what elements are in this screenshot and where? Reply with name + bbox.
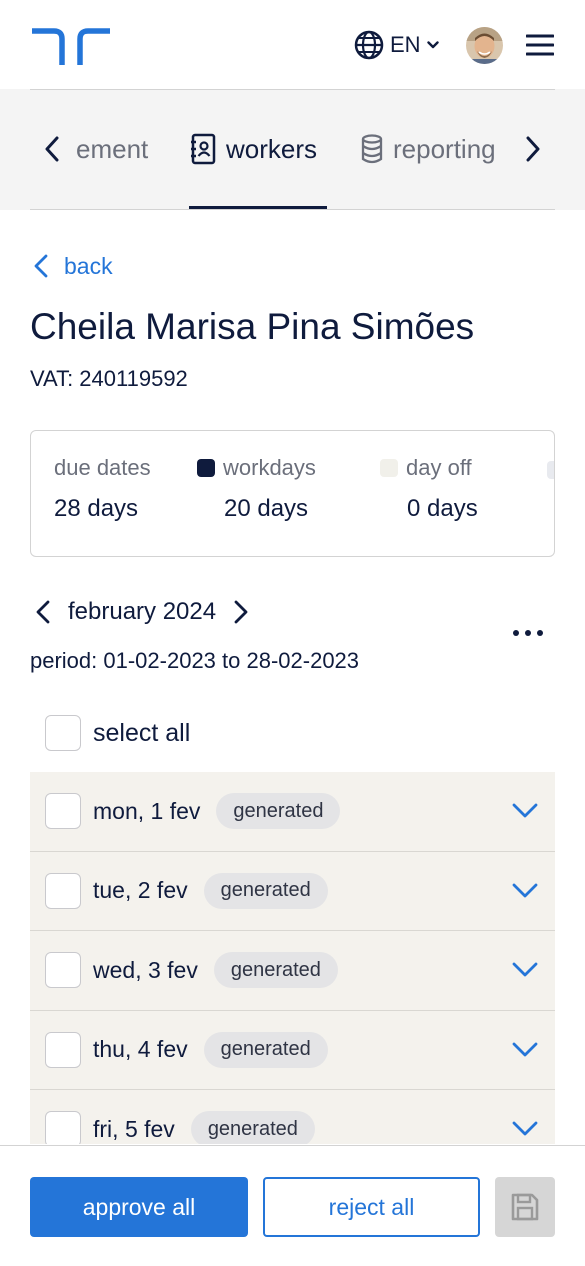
action-footer: approve all reject all bbox=[0, 1145, 585, 1266]
avatar[interactable] bbox=[466, 27, 503, 64]
expand-chevron-icon[interactable] bbox=[512, 961, 538, 979]
select-all-checkbox[interactable] bbox=[45, 715, 81, 751]
reject-all-button[interactable]: reject all bbox=[263, 1177, 480, 1237]
more-options-icon[interactable] bbox=[512, 628, 544, 638]
status-badge: generated bbox=[213, 952, 338, 989]
brand-logo[interactable] bbox=[32, 27, 110, 65]
chevron-left-icon bbox=[34, 254, 48, 278]
stat-label: day off bbox=[380, 455, 478, 481]
status-badge: generated bbox=[190, 1111, 315, 1144]
prev-month-icon[interactable] bbox=[36, 600, 50, 624]
stat-label: due dates bbox=[54, 455, 151, 480]
tab-management[interactable]: ement bbox=[76, 129, 148, 169]
day-checkbox[interactable] bbox=[45, 793, 81, 830]
day-checkbox[interactable] bbox=[45, 1031, 81, 1068]
day-checkbox[interactable] bbox=[45, 1111, 81, 1144]
tab-workers[interactable]: workers bbox=[190, 129, 317, 169]
status-badge: generated bbox=[216, 793, 341, 830]
tab-label: ement bbox=[76, 133, 149, 164]
list-item[interactable]: thu, 4 fev generated bbox=[30, 1010, 555, 1090]
approve-all-button[interactable]: approve all bbox=[30, 1177, 248, 1237]
globe-icon bbox=[354, 30, 384, 60]
stat-workdays: workdays 20 days bbox=[197, 455, 316, 523]
day-label: mon, 1 fev bbox=[93, 797, 201, 824]
next-month-icon[interactable] bbox=[234, 600, 248, 624]
chevron-down-icon bbox=[426, 41, 439, 49]
expand-chevron-icon[interactable] bbox=[512, 1120, 538, 1138]
divider bbox=[30, 89, 555, 90]
floppy-disk-icon bbox=[511, 1193, 539, 1221]
stat-value: 20 days bbox=[224, 495, 309, 522]
stat-label: workdays bbox=[197, 455, 316, 481]
tab-label: reporting bbox=[393, 133, 496, 164]
day-list: mon, 1 fev generated tue, 2 fev generate… bbox=[30, 772, 555, 1144]
day-label: tue, 2 fev bbox=[93, 877, 188, 904]
stat-value: 0 days bbox=[407, 495, 478, 522]
summary-card: due dates 28 days workdays 20 days day o… bbox=[30, 430, 555, 557]
month-navigator: february 2024 bbox=[36, 596, 248, 628]
divider bbox=[30, 209, 555, 210]
contacts-book-icon bbox=[191, 133, 216, 165]
back-link[interactable]: back bbox=[34, 250, 113, 282]
period-range: period: 01-02-2023 to 28-02-2023 bbox=[30, 648, 360, 673]
page-title: Cheila Marisa Pina Simões bbox=[30, 306, 475, 347]
vat-number: VAT: 240119592 bbox=[30, 366, 188, 391]
list-item[interactable]: tue, 2 fev generated bbox=[30, 851, 555, 931]
save-button[interactable] bbox=[495, 1177, 555, 1237]
app-header: EN bbox=[0, 0, 585, 90]
tab-label: workers bbox=[226, 133, 318, 164]
chevron-right-icon[interactable] bbox=[525, 136, 541, 162]
expand-chevron-icon[interactable] bbox=[512, 802, 538, 820]
day-label: thu, 4 fev bbox=[93, 1036, 188, 1063]
language-selector[interactable]: EN bbox=[354, 30, 439, 60]
select-all-label: select all bbox=[93, 718, 191, 747]
chevron-left-icon[interactable] bbox=[44, 136, 60, 162]
day-label: fri, 5 fev bbox=[93, 1115, 175, 1142]
tab-bar: ement workers reporting bbox=[0, 89, 585, 210]
day-checkbox[interactable] bbox=[45, 872, 81, 909]
list-item[interactable]: mon, 1 fev generated bbox=[30, 772, 555, 852]
tab-reporting[interactable]: reporting bbox=[361, 129, 496, 169]
status-badge: generated bbox=[203, 872, 328, 909]
select-all-row: select all bbox=[45, 715, 190, 751]
list-item[interactable]: fri, 5 fev generated bbox=[30, 1090, 555, 1144]
day-checkbox[interactable] bbox=[45, 952, 81, 989]
back-label: back bbox=[64, 252, 113, 279]
stat-value: 28 days bbox=[54, 495, 139, 522]
status-badge: generated bbox=[203, 1031, 328, 1068]
day-label: wed, 3 fev bbox=[93, 956, 198, 983]
expand-chevron-icon[interactable] bbox=[512, 1041, 538, 1059]
day-off-legend-swatch bbox=[380, 459, 398, 477]
stat-due-dates: due dates 28 days bbox=[54, 455, 151, 523]
language-label: EN bbox=[390, 32, 421, 57]
stat-day-off: day off 0 days bbox=[380, 455, 478, 523]
workdays-legend-swatch bbox=[197, 459, 215, 477]
hamburger-menu-icon[interactable] bbox=[526, 33, 554, 57]
next-legend-swatch bbox=[547, 461, 554, 479]
user-photo bbox=[466, 27, 503, 64]
list-item[interactable]: wed, 3 fev generated bbox=[30, 931, 555, 1011]
database-icon bbox=[361, 134, 383, 164]
month-label: february 2024 bbox=[68, 598, 217, 625]
expand-chevron-icon[interactable] bbox=[512, 882, 538, 900]
